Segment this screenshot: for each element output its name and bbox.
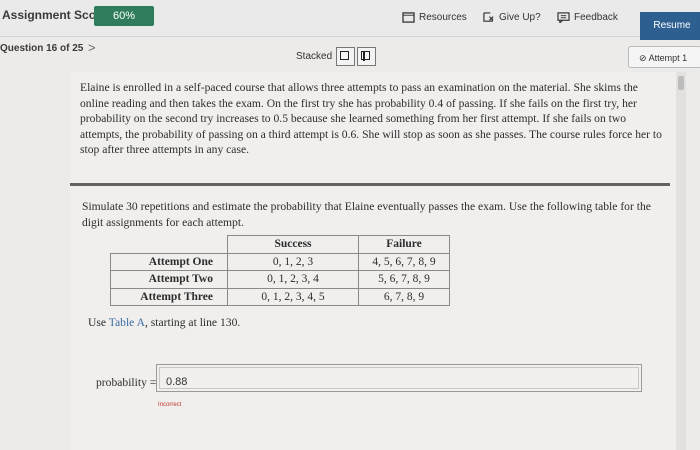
probability-answer-field[interactable] [156, 364, 642, 392]
use-suffix: , starting at line 130. [144, 316, 241, 329]
probability-answer-inner [159, 367, 639, 389]
answer-status-incorrect: Incorrect [158, 402, 182, 408]
assignment-score-value: 60% [94, 6, 154, 26]
resources-button[interactable]: Resources [402, 12, 467, 23]
resources-icon [402, 12, 415, 23]
single-view-icon [340, 51, 349, 60]
table-header-blank [110, 235, 228, 254]
table-row: Attempt Three 0, 1, 2, 3, 4, 5 6, 7, 8, … [110, 287, 450, 306]
single-view-button[interactable] [336, 47, 355, 66]
view-mode-label: Stacked [296, 51, 333, 62]
problem-statement: Elaine is enrolled in a self-paced cours… [80, 81, 662, 156]
table-reference-line: Use Table A, starting at line 130. [88, 316, 240, 329]
attempt-status-icon: ⊘ [639, 53, 647, 63]
feedback-icon [557, 12, 570, 23]
next-question-chevron-icon[interactable]: > [88, 40, 96, 55]
probability-label: probability = [96, 376, 157, 389]
scrollbar-thumb[interactable] [678, 76, 684, 90]
row-failure-digits: 4, 5, 6, 7, 8, 9 [358, 252, 450, 271]
question-counter: Question 16 of 25 [0, 43, 84, 54]
table-row: Attempt Two 0, 1, 2, 3, 4 5, 6, 7, 8, 9 [110, 270, 450, 289]
table-header-row: Success Failure [110, 235, 450, 254]
give-up-icon [483, 12, 494, 22]
table-header-failure: Failure [358, 235, 450, 254]
give-up-label: Give Up? [499, 12, 541, 23]
resume-button[interactable]: Resume [640, 12, 700, 40]
section-divider [70, 183, 670, 186]
attempt-label: Attempt 1 [648, 53, 688, 63]
table-header-success: Success [227, 235, 359, 254]
row-failure-digits: 5, 6, 7, 8, 9 [358, 270, 450, 289]
row-attempt-label: Attempt Two [110, 270, 228, 289]
top-bar: Assignment Score: 60% Resources Give Up?… [0, 0, 700, 40]
resources-label: Resources [419, 12, 467, 23]
attempt-indicator: ⊘ Attempt 1 [628, 46, 700, 68]
split-divider [363, 51, 365, 61]
table-row: Attempt One 0, 1, 2, 3 4, 5, 6, 7, 8, 9 [110, 252, 450, 271]
table-a-link[interactable]: Table A [109, 316, 145, 329]
scrollbar[interactable] [676, 72, 686, 450]
row-failure-digits: 6, 7, 8, 9 [358, 287, 450, 306]
row-success-digits: 0, 1, 2, 3 [227, 252, 359, 271]
row-success-digits: 0, 1, 2, 3, 4, 5 [227, 287, 359, 306]
question-nav: Question 16 of 25 > Stacked ⊘ Attempt 1 [0, 38, 700, 68]
give-up-button[interactable]: Give Up? [482, 12, 541, 23]
feedback-label: Feedback [574, 12, 618, 23]
row-attempt-label: Attempt Three [110, 287, 228, 306]
problem-instruction: Simulate 30 repetitions and estimate the… [82, 200, 651, 229]
digit-assignment-table: Success Failure Attempt One 0, 1, 2, 3 4… [110, 235, 450, 306]
screen: Assignment Score: 60% Resources Give Up?… [0, 0, 700, 450]
row-attempt-label: Attempt One [110, 252, 228, 271]
row-success-digits: 0, 1, 2, 3, 4 [227, 270, 359, 289]
split-view-button[interactable] [357, 47, 376, 66]
use-prefix: Use [88, 316, 109, 329]
feedback-button[interactable]: Feedback [557, 12, 618, 23]
probability-answer-value[interactable]: 0.88 [166, 376, 187, 388]
